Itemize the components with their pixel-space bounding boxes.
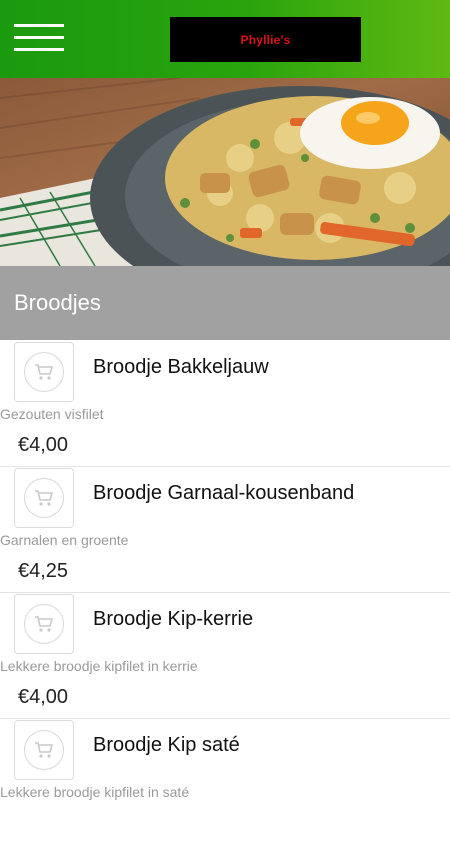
- product-description: Lekkere broodje kipfilet in kerrie: [0, 658, 198, 674]
- product-price: €4,25: [18, 560, 69, 582]
- cart-icon-circle: [24, 604, 64, 644]
- hamburger-menu-icon[interactable]: [14, 22, 64, 54]
- add-to-cart-button[interactable]: [14, 594, 74, 654]
- shopping-cart-icon: [35, 364, 54, 380]
- menu-line: [14, 36, 64, 39]
- hero-food-image: [0, 78, 450, 266]
- product-name: Broodje Bakkeljauw: [93, 356, 269, 378]
- shopping-cart-icon: [35, 742, 54, 758]
- product-item[interactable]: Broodje Kip-kerrie Lekkere broodje kipfi…: [0, 592, 450, 719]
- product-item[interactable]: Broodje Bakkeljauw Gezouten visfilet €4,…: [0, 340, 450, 467]
- cart-icon-circle: [24, 730, 64, 770]
- product-description: Garnalen en groente: [0, 532, 129, 548]
- menu-line: [14, 48, 64, 51]
- product-description: Gezouten visfilet: [0, 406, 104, 422]
- menu-line: [14, 24, 64, 27]
- add-to-cart-button[interactable]: [14, 720, 74, 780]
- cart-icon-circle: [24, 352, 64, 392]
- app-header: Phyllie's: [0, 0, 450, 78]
- category-title: Broodjes: [14, 290, 101, 315]
- product-name: Broodje Kip-kerrie: [93, 608, 254, 630]
- add-to-cart-button[interactable]: [14, 468, 74, 528]
- cart-icon-circle: [24, 478, 64, 518]
- shopping-cart-icon: [35, 616, 54, 632]
- product-name: Broodje Kip saté: [93, 734, 240, 756]
- category-header: Broodjes: [0, 266, 450, 340]
- product-item[interactable]: Broodje Garnaal-kousenband Garnalen en g…: [0, 466, 450, 593]
- add-to-cart-button[interactable]: [14, 342, 74, 402]
- shopping-cart-icon: [35, 490, 54, 506]
- product-item[interactable]: Broodje Kip saté Lekkere broodje kipfile…: [0, 718, 450, 844]
- brand-logo-text: Phyllie's: [240, 32, 291, 47]
- product-description: Lekkere broodje kipfilet in saté: [0, 784, 190, 800]
- brand-logo[interactable]: Phyllie's: [170, 17, 361, 62]
- product-name: Broodje Garnaal-kousenband: [93, 482, 355, 504]
- product-price: €4,00: [18, 686, 69, 708]
- product-price: €4,00: [18, 434, 69, 456]
